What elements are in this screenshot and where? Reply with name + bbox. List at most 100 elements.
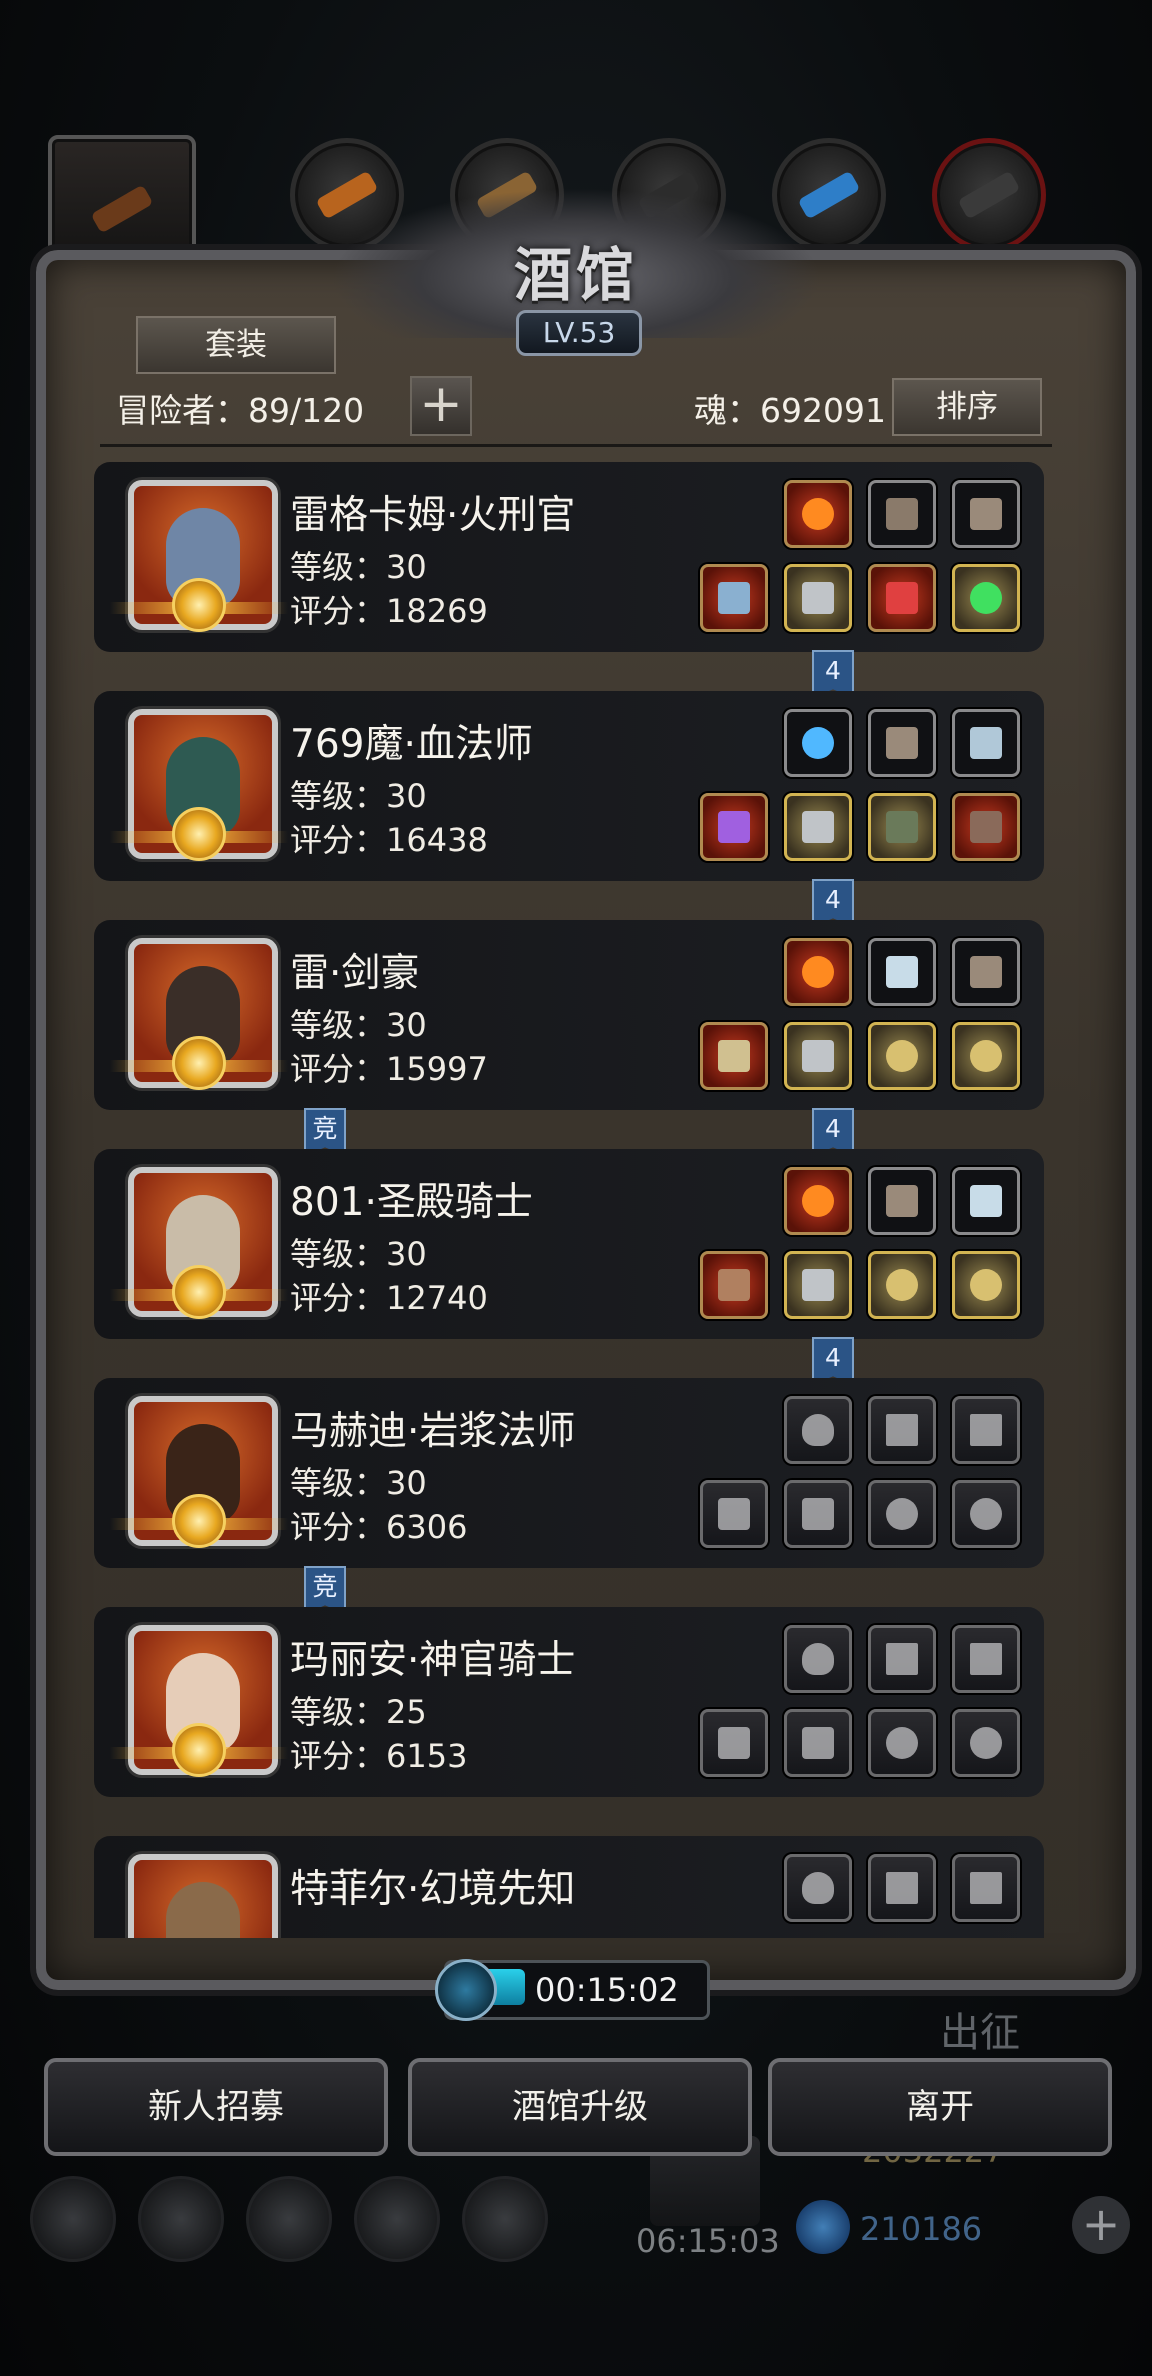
achievement-icon[interactable] <box>138 2176 224 2262</box>
guild-icon[interactable] <box>246 2176 332 2262</box>
equip-slot-hammer[interactable] <box>700 1251 768 1319</box>
orb-icon <box>802 727 834 759</box>
equip-slot-empty[interactable] <box>952 1480 1020 1548</box>
equip-slot-ring[interactable] <box>868 1251 936 1319</box>
book-icon <box>970 811 1002 843</box>
equip-slot-empty[interactable] <box>784 1396 852 1464</box>
equip-slot-fire[interactable] <box>784 1167 852 1235</box>
equip-slot-necklace[interactable] <box>952 709 1020 777</box>
equip-slot-empty[interactable] <box>700 1480 768 1548</box>
rune-icon <box>886 956 918 988</box>
equip-slot-gem[interactable] <box>952 564 1020 632</box>
hero-list[interactable]: 雷格卡姆·火刑官 等级：30 评分：18269 4 769魔·血法师 等级：30 评分：16… <box>94 462 1054 1938</box>
equip-slot-ring[interactable] <box>952 1022 1020 1090</box>
cloak-icon <box>886 811 918 843</box>
equip-slot-amulet[interactable] <box>868 564 936 632</box>
expand-capacity-button[interactable]: + <box>410 376 472 436</box>
equip-slot-bracer[interactable] <box>952 480 1020 548</box>
settings-icon[interactable] <box>30 2176 116 2262</box>
hero-portrait[interactable] <box>128 1854 278 1938</box>
page-title: 酒馆 <box>513 241 638 309</box>
hero-level: 等级：30 <box>290 777 427 815</box>
hero-card[interactable]: 769魔·血法师 等级：30 评分：16438 <box>94 691 1044 881</box>
equip-slot-staff[interactable] <box>700 793 768 861</box>
background-timer: 06:15:03 <box>636 2222 780 2260</box>
equip-slot-empty[interactable] <box>784 1709 852 1777</box>
equip-slot-armor[interactable] <box>784 564 852 632</box>
hero-card[interactable]: 雷·剑豪 等级：30 评分：15997 <box>94 920 1044 1110</box>
equip-slot-empty[interactable] <box>868 1709 936 1777</box>
recruit-button[interactable]: 新人招募 <box>44 2058 388 2156</box>
equip-slot-axe[interactable] <box>700 564 768 632</box>
equip-slot-armor[interactable] <box>784 1251 852 1319</box>
hero-name: 马赫迪·岩浆法师 <box>290 1409 576 1454</box>
empty-icon <box>886 1643 918 1675</box>
hero-score: 评分：6306 <box>290 1508 468 1546</box>
star-emblem-icon <box>172 1036 226 1090</box>
hero-card[interactable]: 马赫迪·岩浆法师等级：30 评分：6306 <box>94 1378 1044 1568</box>
equip-slot-empty[interactable] <box>868 1854 936 1922</box>
bracer-icon <box>886 727 918 759</box>
equip-slot-orb[interactable] <box>784 709 852 777</box>
equip-slot-bracer[interactable] <box>952 938 1020 1006</box>
soul-count: 魂：692091 <box>694 391 886 430</box>
expedition-label: 出征 <box>940 2010 1020 2056</box>
leave-button[interactable]: 离开 <box>768 2058 1112 2156</box>
equip-slot-empty[interactable] <box>784 1625 852 1693</box>
bracer-icon <box>886 1185 918 1217</box>
equip-slot-empty[interactable] <box>952 1709 1020 1777</box>
hero-card[interactable]: 玛丽安·神官骑士 等级：25 评分：6153 <box>94 1607 1044 1797</box>
empty-icon <box>886 1872 918 1904</box>
equip-slot-empty[interactable] <box>784 1480 852 1548</box>
equip-slot-empty[interactable] <box>868 1625 936 1693</box>
equip-slot-ring[interactable] <box>952 1251 1020 1319</box>
hero-name: 769魔·血法师 <box>290 722 533 767</box>
add-gems-button[interactable]: + <box>1072 2196 1130 2254</box>
upgrade-tavern-button[interactable]: 酒馆升级 <box>408 2058 752 2156</box>
equip-slot-sword[interactable] <box>700 1022 768 1090</box>
equip-slot-empty[interactable] <box>868 1396 936 1464</box>
tab-forge-icon[interactable] <box>932 138 1046 252</box>
recruit-timer: 00:15:02 <box>435 1959 710 2021</box>
equip-slot-empty[interactable] <box>952 1396 1020 1464</box>
hero-card[interactable]: 801·圣殿骑士 等级：30 评分：12740 <box>94 1149 1044 1339</box>
hero-score: 评分：15997 <box>290 1050 488 1088</box>
equip-slot-fire[interactable] <box>784 938 852 1006</box>
empty-icon <box>886 1498 918 1530</box>
tavern-level-badge: LV.53 <box>516 310 642 356</box>
empty-icon <box>802 1727 834 1759</box>
equip-slot-empty[interactable] <box>868 1480 936 1548</box>
equip-slot-bracer[interactable] <box>868 1167 936 1235</box>
hero-card[interactable]: 特菲尔·幻境先知 <box>94 1836 1044 1938</box>
rune-icon <box>970 1185 1002 1217</box>
equip-slot-cloak[interactable] <box>868 793 936 861</box>
hero-level: 等级：30 <box>290 1464 427 1502</box>
equip-slot-armor[interactable] <box>784 793 852 861</box>
gem-icon <box>970 582 1002 614</box>
star-emblem-icon <box>172 1723 226 1777</box>
equip-slot-rune[interactable] <box>868 938 936 1006</box>
equip-slot-rune[interactable] <box>952 1167 1020 1235</box>
equip-slot-ring[interactable] <box>868 1022 936 1090</box>
hero-level: 等级：25 <box>290 1693 427 1731</box>
equip-slot-armor[interactable] <box>784 1022 852 1090</box>
hero-card[interactable]: 雷格卡姆·火刑官 等级：30 评分：18269 <box>94 462 1044 652</box>
equip-slot-book[interactable] <box>952 793 1020 861</box>
set-button[interactable]: 套装 <box>136 316 336 374</box>
ring-icon <box>970 1269 1002 1301</box>
equip-slot-empty[interactable] <box>952 1854 1020 1922</box>
equip-slot-gloves[interactable] <box>868 480 936 548</box>
equip-slot-empty[interactable] <box>700 1709 768 1777</box>
fire-icon <box>802 1185 834 1217</box>
equip-slot-bracer[interactable] <box>868 709 936 777</box>
armor-icon <box>802 811 834 843</box>
bottom-nav <box>30 2176 550 2262</box>
equip-slot-empty[interactable] <box>952 1625 1020 1693</box>
equip-slot-empty[interactable] <box>784 1854 852 1922</box>
hero-score: 评分：12740 <box>290 1279 488 1317</box>
hero-level: 等级：30 <box>290 1006 427 1044</box>
sort-button[interactable]: 排序 <box>892 378 1042 436</box>
mail-icon[interactable] <box>354 2176 440 2262</box>
equip-slot-fire[interactable] <box>784 480 852 548</box>
handshake-icon[interactable] <box>462 2176 548 2262</box>
